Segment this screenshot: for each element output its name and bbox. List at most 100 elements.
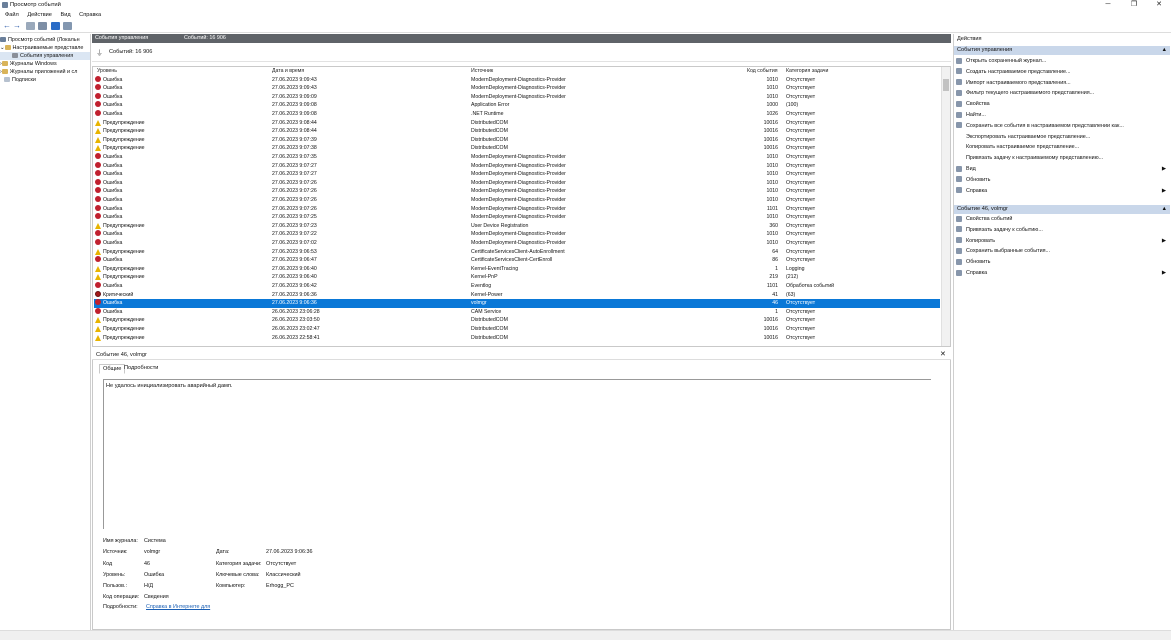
event-message-box[interactable]: Не удалось инициализировать аварийный да… xyxy=(103,379,931,529)
table-row[interactable]: Предупреждение 27.06.2023 9:07:23 User Dev… xyxy=(94,222,940,231)
table-row[interactable]: Ошибка 27.06.2023 9:09:43 ModernDeployment… xyxy=(94,75,940,85)
table-row[interactable]: Предупреждение 27.06.2023 9:06:53 Certific… xyxy=(94,248,940,257)
menu-file[interactable]: Файл xyxy=(5,11,19,20)
cell-source: ModernDeployment-Diagnostics-Provider xyxy=(471,162,566,169)
filter-icon xyxy=(956,89,962,96)
minimize-button[interactable]: ─ xyxy=(1096,0,1120,10)
cell-level: Предупреждение xyxy=(103,222,145,229)
col-level[interactable]: Уровень xyxy=(97,68,117,74)
table-row[interactable]: Ошибка 27.06.2023 9:07:35 ModernDeployment… xyxy=(94,152,940,162)
detail-close-icon[interactable]: ✕ xyxy=(940,350,946,358)
level-label: Уровень: xyxy=(103,572,126,578)
table-row[interactable]: Ошибка 27.06.2023 9:07:22 ModernDeployment… xyxy=(94,230,940,239)
actions-section-admin[interactable]: События управления ▲ xyxy=(954,46,1170,55)
back-arrow-icon[interactable]: ← xyxy=(3,22,12,30)
table-row[interactable]: Ошибка 27.06.2023 9:06:42 Eventlog 1101 Обра… xyxy=(94,281,940,291)
tree-app-logs[interactable]: › Журналы приложений и сл xyxy=(0,68,90,76)
table-row[interactable]: Предупреждение 26.06.2023 23:02:47 Distrib… xyxy=(94,325,940,334)
action-item[interactable]: Фильтр текущего настраиваемого представл… xyxy=(956,88,1168,99)
table-row[interactable]: Ошибка 27.06.2023 9:07:26 ModernDeployment… xyxy=(94,204,940,214)
table-row[interactable]: Ошибка 27.06.2023 9:06:36 volmgr 46 Отсутств… xyxy=(94,299,940,308)
menu-action[interactable]: Действие xyxy=(27,11,52,20)
menu-view[interactable]: Вид xyxy=(60,11,70,20)
table-row[interactable]: Ошибка 27.06.2023 9:07:26 ModernDeployment… xyxy=(94,195,940,205)
properties-toolbar-icon[interactable] xyxy=(38,22,47,30)
cell-source: Kernel-EventTracing xyxy=(471,265,519,272)
table-row[interactable]: Ошибка 27.06.2023 9:07:26 ModernDeployment… xyxy=(94,178,940,188)
action-item[interactable]: Копировать ▶ xyxy=(956,236,1168,247)
menu-help[interactable]: Справка xyxy=(79,11,101,20)
col-category[interactable]: Категория задачи xyxy=(786,68,828,74)
table-row[interactable]: Предупреждение 27.06.2023 9:06:40 Kernel-P… xyxy=(94,273,940,282)
action-item[interactable]: Найти... xyxy=(956,110,1168,121)
action-item[interactable]: Копировать настраиваемое представление..… xyxy=(956,142,1168,153)
cell-cat: (63) xyxy=(786,291,796,298)
scroll-thumb[interactable] xyxy=(943,79,949,91)
table-row[interactable]: Критический 27.06.2023 9:06:36 Kernel-Powe… xyxy=(94,290,940,300)
action-item[interactable]: Сохранить выбранные события... xyxy=(956,246,1168,257)
collapse-icon[interactable]: ▲ xyxy=(1161,205,1167,214)
collapse-icon[interactable]: ▲ xyxy=(1161,46,1167,55)
table-row[interactable]: Предупреждение 26.06.2023 23:03:50 Distrib… xyxy=(94,316,940,325)
table-row[interactable]: Ошибка 27.06.2023 9:07:25 ModernDeployment… xyxy=(94,213,940,222)
table-row[interactable]: Предупреждение 27.06.2023 9:08:44 Distribu… xyxy=(94,119,940,128)
table-row[interactable]: Ошибка 27.06.2023 9:09:08 Application Erro… xyxy=(94,101,940,110)
actions-section-event[interactable]: Событие 46, volmgr ▲ xyxy=(954,205,1170,214)
action-item[interactable]: Открыть сохраненный журнал... xyxy=(956,56,1168,67)
cell-level: Ошибка xyxy=(103,205,123,212)
help-toolbar-icon[interactable] xyxy=(51,22,60,30)
cell-level: Ошибка xyxy=(103,231,123,238)
action-item[interactable]: Свойства событий xyxy=(956,214,1168,225)
action-item[interactable]: Импорт настраиваемого представления... xyxy=(956,78,1168,89)
table-row[interactable]: Ошибка 27.06.2023 9:06:47 CertificateServi… xyxy=(94,256,940,265)
action-item[interactable]: Обновить xyxy=(956,175,1168,186)
cell-code: 1101 xyxy=(766,205,778,212)
tree-windows-logs[interactable]: › Журналы Windows xyxy=(0,60,90,68)
action-item[interactable]: Создать настраиваемое представление... xyxy=(956,67,1168,78)
action-item[interactable]: Свойства xyxy=(956,99,1168,110)
col-date[interactable]: Дата и время xyxy=(272,68,304,74)
table-row[interactable]: Ошибка 27.06.2023 9:07:27 ModernDeployment… xyxy=(94,170,940,179)
forward-arrow-icon[interactable]: → xyxy=(13,22,22,30)
tree-root[interactable]: Просмотр событий (Локальн xyxy=(0,36,90,44)
cell-date: 27.06.2023 9:06:42 xyxy=(272,282,317,289)
table-row[interactable]: Ошибка 27.06.2023 9:07:27 ModernDeployment… xyxy=(94,161,940,171)
action-label: Фильтр текущего настраиваемого представл… xyxy=(966,90,1095,97)
col-code[interactable]: Код события xyxy=(747,68,778,74)
table-row[interactable]: Предупреждение 27.06.2023 9:08:44 Distribu… xyxy=(94,127,940,136)
table-row[interactable]: Предупреждение 27.06.2023 9:07:38 Distribu… xyxy=(94,144,940,153)
close-window-button[interactable]: ✕ xyxy=(1147,0,1171,10)
console-tree-icon[interactable] xyxy=(26,22,35,30)
action-item[interactable]: Обновить xyxy=(956,257,1168,268)
cell-date: 26.06.2023 22:58:41 xyxy=(272,334,320,341)
table-row[interactable]: Ошибка 26.06.2023 23:06:28 CAM Service 1 Отс… xyxy=(94,307,940,317)
cell-source: ModernDeployment-Diagnostics-Provider xyxy=(471,188,566,195)
tree-subscriptions[interactable]: Подписки xyxy=(0,76,90,84)
tab-details[interactable]: Подробности xyxy=(121,364,161,372)
tree-admin-events[interactable]: События управления xyxy=(0,52,90,60)
action-item[interactable]: Привязать задачу к событию... xyxy=(956,225,1168,236)
table-row[interactable]: Предупреждение 27.06.2023 9:07:39 Distribu… xyxy=(94,136,940,145)
events-scrollbar[interactable] xyxy=(941,67,950,346)
folder-icon xyxy=(4,45,11,51)
table-row[interactable]: Предупреждение 27.06.2023 9:06:40 Kernel-E… xyxy=(94,265,940,274)
table-row[interactable]: Ошибка 27.06.2023 9:09:09 ModernDeployment… xyxy=(94,92,940,102)
action-item[interactable]: Справка ▶ xyxy=(956,186,1168,197)
action-item[interactable]: Сохранить все события в настраиваемом пр… xyxy=(956,121,1168,132)
action-item[interactable]: Вид ▶ xyxy=(956,164,1168,175)
table-row[interactable]: Ошибка 27.06.2023 9:07:26 ModernDeployment… xyxy=(94,187,940,196)
online-help-link[interactable]: Справка в Интернете для xyxy=(146,604,210,610)
action-item[interactable]: Привязать задачу к настраиваемому предст… xyxy=(956,153,1168,164)
tree-custom-views[interactable]: ⌄ Настраиваемые представле xyxy=(0,44,90,52)
table-row[interactable]: Предупреждение 26.06.2023 22:58:41 Distrib… xyxy=(94,334,940,343)
cell-code: 1 xyxy=(775,265,778,272)
table-row[interactable]: Ошибка 27.06.2023 9:07:02 ModernDeployment… xyxy=(94,238,940,248)
action-item[interactable]: Справка ▶ xyxy=(956,268,1168,279)
col-source[interactable]: Источник xyxy=(471,68,493,74)
table-row[interactable]: Ошибка 27.06.2023 9:09:08 .NET Runtime 1026… xyxy=(94,109,940,119)
table-row[interactable]: Ошибка 27.06.2023 9:09:43 ModernDeployment… xyxy=(94,84,940,93)
action-pane-icon[interactable] xyxy=(63,22,72,30)
action-item[interactable]: Экспортировать настраиваемое представлен… xyxy=(956,132,1168,143)
maximize-button[interactable]: ❐ xyxy=(1122,0,1146,10)
cell-source: Application Error xyxy=(471,102,510,109)
